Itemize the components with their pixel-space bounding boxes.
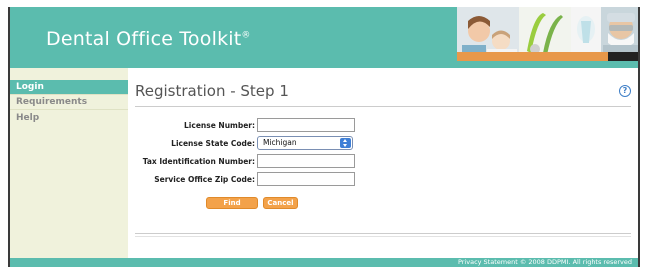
site-title: Dental Office Toolkit® (46, 28, 251, 50)
header-accent-strip (457, 52, 638, 61)
window-frame-left (0, 0, 8, 267)
window-border-left (8, 7, 10, 267)
zip-code-input[interactable] (257, 172, 355, 186)
sidebar-item-help[interactable]: Help (10, 111, 128, 125)
trademark-symbol: ® (241, 30, 251, 41)
license-state-code-label: License State Code: (171, 139, 255, 148)
sidebar-item-requirements[interactable]: Requirements (10, 95, 128, 109)
window-frame-top (0, 0, 649, 7)
sidebar-divider (10, 109, 128, 110)
content-divider (135, 233, 631, 234)
main-content: Registration - Step 1 ? License Number: … (128, 68, 638, 258)
sidebar: Login Requirements Help (10, 68, 128, 258)
question-circle-icon[interactable]: ? (619, 85, 631, 97)
page-title: Registration - Step 1 (135, 82, 289, 100)
content-divider-secondary (135, 236, 631, 237)
select-arrows-icon (340, 138, 351, 148)
license-number-input[interactable] (257, 118, 355, 132)
zip-code-label: Service Office Zip Code: (154, 175, 255, 184)
window-frame-right (640, 0, 649, 267)
license-state-select[interactable]: Michigan (257, 136, 353, 150)
find-provider-button[interactable]: Find Provider (206, 197, 258, 217)
footer-bar: Privacy Statement © 2008 DDPMI. All righ… (10, 258, 638, 267)
license-number-label: License Number: (184, 121, 255, 130)
cancel-button[interactable]: Cancel (263, 197, 298, 209)
sidebar-item-login[interactable]: Login (10, 80, 128, 94)
footer-copyright: Privacy Statement © 2008 DDPMI. All righ… (457, 258, 632, 266)
tax-id-label: Tax Identification Number: (142, 157, 255, 166)
tax-id-input[interactable] (257, 154, 355, 168)
window-border-right (638, 7, 640, 267)
site-title-text: Dental Office Toolkit (46, 28, 242, 50)
title-divider (135, 106, 631, 107)
license-state-value: Michigan (263, 138, 297, 147)
